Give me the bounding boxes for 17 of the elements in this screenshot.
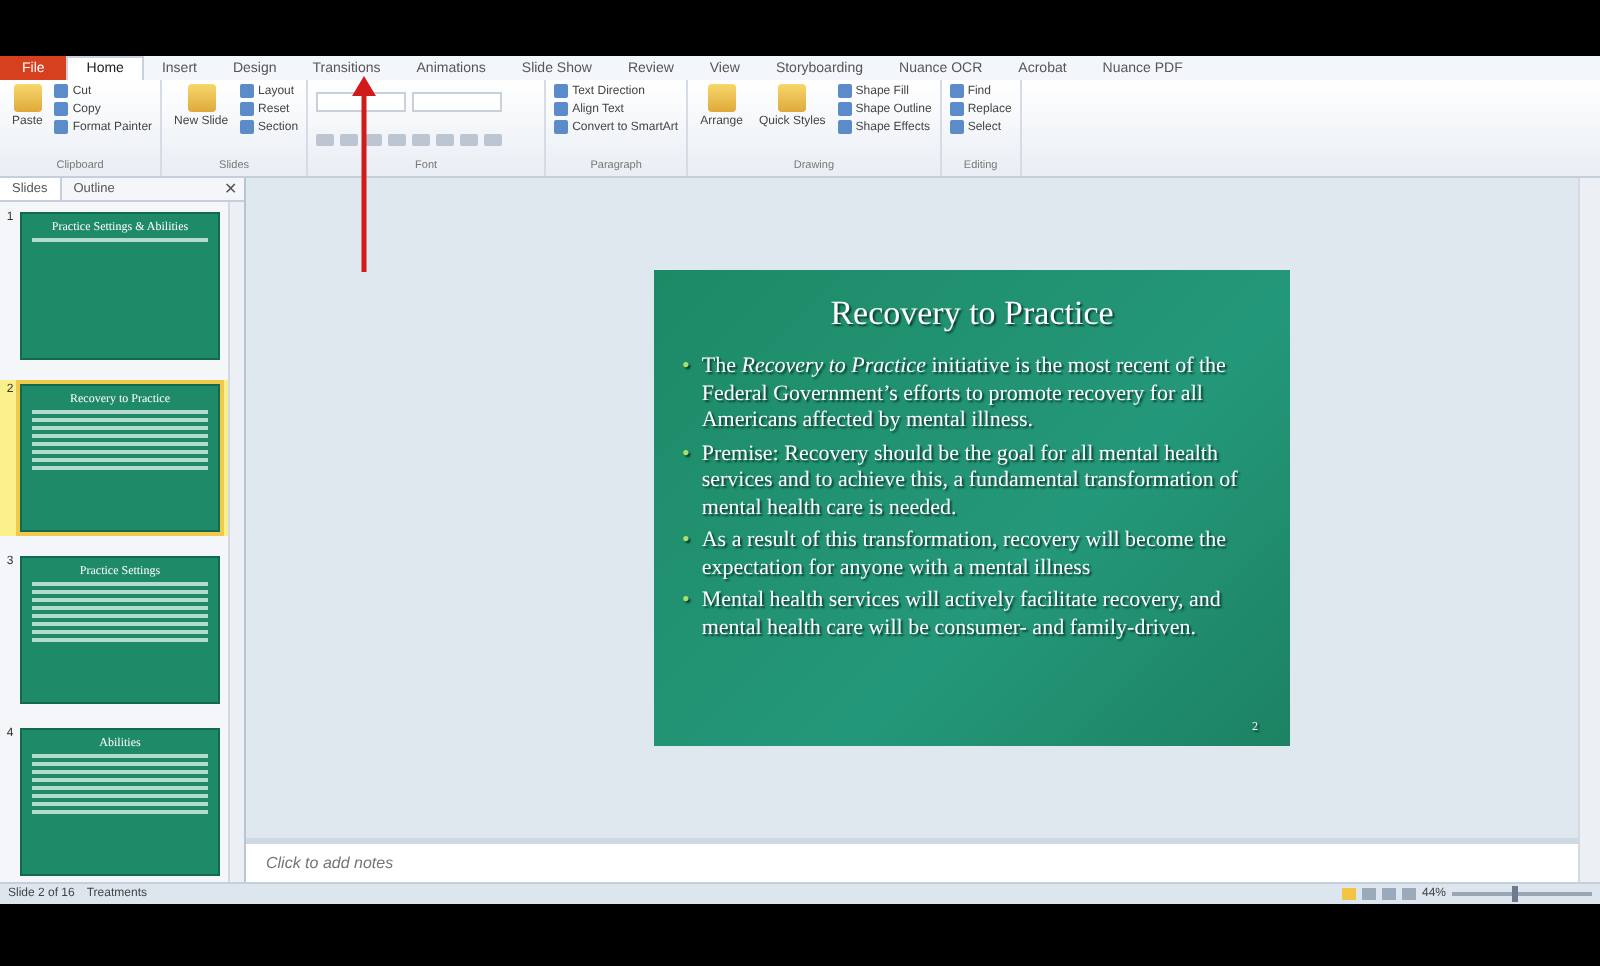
scrollbar[interactable] xyxy=(228,202,244,882)
bullet-text: Premise: Recovery should be the goal for all mental health services and to achieve this, a fundamental transformation of mental health care is needed. xyxy=(701,441,1240,522)
reading-view-icon[interactable] xyxy=(1381,888,1396,900)
bullet-marker: • xyxy=(682,588,690,615)
zoom-slider[interactable] xyxy=(1512,886,1519,902)
notes-field[interactable]: Click to add notes xyxy=(262,852,670,874)
bullet-marker: • xyxy=(682,528,690,555)
sorter-view-icon[interactable] xyxy=(1361,888,1376,900)
slide-title: Recovery to Practice xyxy=(828,294,1116,334)
bullet-marker: • xyxy=(682,441,690,468)
slideshow-icon[interactable] xyxy=(1401,888,1416,900)
bullet-text: Mental health services will actively facilitate recovery, and mental health care will be consumer- and family-driven. xyxy=(701,588,1223,642)
normal-view-icon[interactable] xyxy=(1341,888,1356,900)
bullet-marker: • xyxy=(682,354,690,381)
bullet-text: The Recovery to Practice initiative is the most recent of the Federal Government’s efforts to promote recovery for all Americans affected by mental illness. xyxy=(701,354,1228,435)
bullet-text: As a result of this transformation, recovery will become the expectation for anyone with a mental illness xyxy=(701,528,1228,582)
scrollbar[interactable] xyxy=(1578,178,1600,882)
